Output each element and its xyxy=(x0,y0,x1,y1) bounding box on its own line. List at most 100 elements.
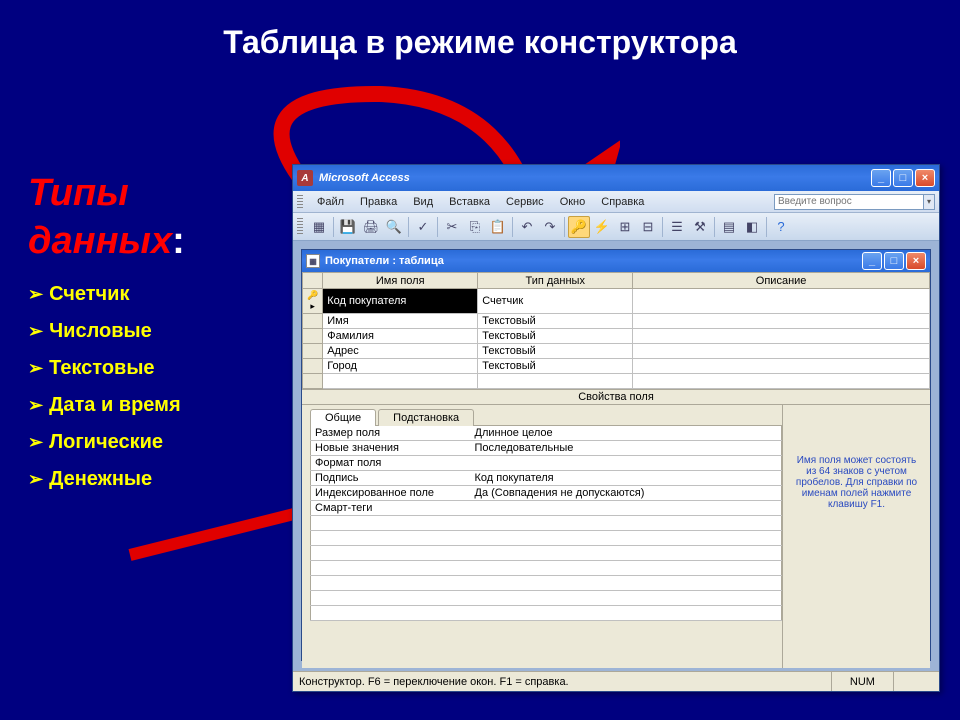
new-object-button[interactable]: ◧ xyxy=(741,216,763,238)
slide-title: Таблица в режиме конструктора xyxy=(0,0,960,61)
prop-label[interactable] xyxy=(311,531,471,546)
property-tabs: Общие Подстановка xyxy=(310,409,782,426)
key-button[interactable]: 🔑 xyxy=(568,216,590,238)
prop-label[interactable] xyxy=(311,561,471,576)
prop-value[interactable] xyxy=(471,456,782,471)
field-desc-cell[interactable] xyxy=(633,329,930,344)
prop-value[interactable] xyxy=(471,546,782,561)
field-type-cell[interactable]: Текстовый xyxy=(478,329,633,344)
paste-button[interactable]: 📋 xyxy=(487,216,509,238)
field-name-cell[interactable] xyxy=(323,374,478,389)
field-grid[interactable]: Имя поля Тип данных Описание 🔑▸ Код поку… xyxy=(302,272,930,389)
prop-value[interactable] xyxy=(471,561,782,576)
toolbar-grip[interactable] xyxy=(297,218,303,236)
field-type-cell[interactable]: Текстовый xyxy=(478,314,633,329)
build-button[interactable]: ⚒ xyxy=(689,216,711,238)
insert-rows-button[interactable]: ⊞ xyxy=(614,216,636,238)
help-button[interactable]: ? xyxy=(770,216,792,238)
question-dropdown[interactable]: ▾ xyxy=(923,194,935,210)
prop-label[interactable]: Формат поля xyxy=(311,456,471,471)
row-selector[interactable] xyxy=(303,359,323,374)
indexes-button[interactable]: ⚡ xyxy=(591,216,613,238)
child-minimize-button[interactable]: _ xyxy=(862,252,882,270)
row-selector[interactable] xyxy=(303,314,323,329)
field-name-cell[interactable]: Адрес xyxy=(323,344,478,359)
prop-value[interactable] xyxy=(471,531,782,546)
prop-value[interactable]: Код покупателя xyxy=(471,471,782,486)
menu-window[interactable]: Окно xyxy=(552,194,594,210)
field-name-cell[interactable]: Фамилия xyxy=(323,329,478,344)
spell-button[interactable]: ✓ xyxy=(412,216,434,238)
print-button[interactable]: 🖨 xyxy=(360,216,382,238)
maximize-button[interactable]: □ xyxy=(893,169,913,187)
prop-label[interactable] xyxy=(311,606,471,621)
row-selector[interactable] xyxy=(303,344,323,359)
prop-value[interactable]: Да (Совпадения не допускаются) xyxy=(471,486,782,501)
prop-value[interactable] xyxy=(471,591,782,606)
col-header-name[interactable]: Имя поля xyxy=(323,273,478,289)
prop-value[interactable]: Длинное целое xyxy=(471,426,782,441)
type-item: Счетчик xyxy=(28,283,278,306)
field-name-cell[interactable]: Имя xyxy=(323,314,478,329)
menu-help[interactable]: Справка xyxy=(593,194,652,210)
prop-value[interactable] xyxy=(471,576,782,591)
field-desc-cell[interactable] xyxy=(633,289,930,314)
menu-insert[interactable]: Вставка xyxy=(441,194,498,210)
child-maximize-button[interactable]: □ xyxy=(884,252,904,270)
col-header-type[interactable]: Тип данных xyxy=(478,273,633,289)
field-desc-cell[interactable] xyxy=(633,314,930,329)
field-type-cell[interactable] xyxy=(478,374,633,389)
prop-label[interactable] xyxy=(311,591,471,606)
prop-value[interactable] xyxy=(471,501,782,516)
properties-button[interactable]: ☰ xyxy=(666,216,688,238)
menu-service[interactable]: Сервис xyxy=(498,194,552,210)
prop-value[interactable] xyxy=(471,516,782,531)
grid-corner[interactable] xyxy=(303,273,323,289)
field-type-cell[interactable]: Текстовый xyxy=(478,359,633,374)
undo-button[interactable]: ↶ xyxy=(516,216,538,238)
prop-label[interactable]: Смарт-теги xyxy=(311,501,471,516)
field-desc-cell[interactable] xyxy=(633,344,930,359)
close-button[interactable]: × xyxy=(915,169,935,187)
field-type-cell[interactable]: Текстовый xyxy=(478,344,633,359)
type-item: Дата и время xyxy=(28,394,278,417)
prop-label[interactable]: Подпись xyxy=(311,471,471,486)
prop-label[interactable]: Размер поля xyxy=(311,426,471,441)
col-header-desc[interactable]: Описание xyxy=(633,273,930,289)
row-selector[interactable] xyxy=(303,374,323,389)
sidebar: Типы данных: Счетчик Числовые Текстовые … xyxy=(28,170,278,505)
menu-edit[interactable]: Правка xyxy=(352,194,405,210)
prop-value[interactable]: Последовательные xyxy=(471,441,782,456)
save-button[interactable]: 💾 xyxy=(337,216,359,238)
view-button[interactable]: ▦ xyxy=(308,216,330,238)
prop-label[interactable] xyxy=(311,516,471,531)
question-input[interactable] xyxy=(774,194,924,210)
prop-label[interactable] xyxy=(311,576,471,591)
field-name-cell[interactable]: Код покупателя xyxy=(323,289,478,314)
row-selector-key[interactable]: 🔑▸ xyxy=(303,289,323,314)
redo-button[interactable]: ↷ xyxy=(539,216,561,238)
field-desc-cell[interactable] xyxy=(633,374,930,389)
delete-rows-button[interactable]: ⊟ xyxy=(637,216,659,238)
mdi-workspace: ▦ Покупатели : таблица _ □ × Имя поля Ти… xyxy=(293,241,939,671)
child-close-button[interactable]: × xyxy=(906,252,926,270)
field-type-cell[interactable]: Счетчик xyxy=(478,289,633,314)
prop-label[interactable]: Индексированное поле xyxy=(311,486,471,501)
preview-button[interactable]: 🔍 xyxy=(383,216,405,238)
prop-label[interactable] xyxy=(311,546,471,561)
menubar-grip[interactable] xyxy=(297,195,303,209)
field-name-cell[interactable]: Город xyxy=(323,359,478,374)
tab-general[interactable]: Общие xyxy=(310,409,376,426)
tab-lookup[interactable]: Подстановка xyxy=(378,409,474,426)
prop-value[interactable] xyxy=(471,606,782,621)
row-selector[interactable] xyxy=(303,329,323,344)
menu-view[interactable]: Вид xyxy=(405,194,441,210)
field-desc-cell[interactable] xyxy=(633,359,930,374)
property-table[interactable]: Размер поляДлинное целое Новые значенияП… xyxy=(310,425,782,621)
minimize-button[interactable]: _ xyxy=(871,169,891,187)
prop-label[interactable]: Новые значения xyxy=(311,441,471,456)
cut-button[interactable]: ✂ xyxy=(441,216,463,238)
db-window-button[interactable]: ▤ xyxy=(718,216,740,238)
copy-button[interactable]: ⎘ xyxy=(464,216,486,238)
menu-file[interactable]: Файл xyxy=(309,194,352,210)
